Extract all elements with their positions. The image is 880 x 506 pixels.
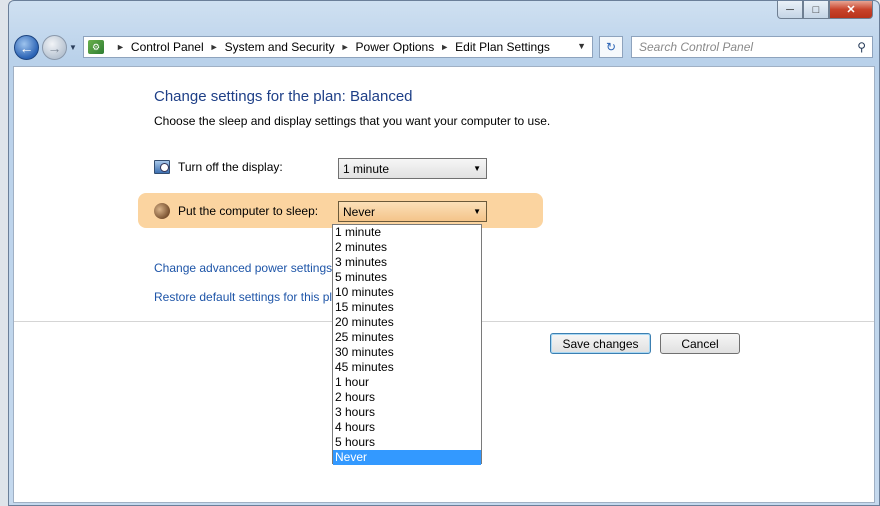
list-item[interactable]: 1 minute <box>333 225 481 240</box>
maximize-button[interactable]: □ <box>803 1 829 19</box>
breadcrumb: ► Control Panel ► System and Security ► … <box>110 40 550 54</box>
back-arrow-icon[interactable]: ← <box>14 35 39 60</box>
sleep-options-list[interactable]: 1 minute 2 minutes 3 minutes 5 minutes 1… <box>332 224 482 465</box>
list-item[interactable]: 10 minutes <box>333 285 481 300</box>
cancel-button[interactable]: Cancel <box>660 333 740 354</box>
sleep-label: Put the computer to sleep: <box>178 204 319 218</box>
list-item[interactable]: 30 minutes <box>333 345 481 360</box>
breadcrumb-separator-icon: ► <box>440 42 450 52</box>
advanced-power-settings-link[interactable]: Change advanced power settings <box>154 261 332 275</box>
chevron-down-icon: ▼ <box>473 164 481 173</box>
breadcrumb-power-options[interactable]: Power Options <box>356 40 435 54</box>
forward-arrow-icon[interactable]: → <box>42 35 67 60</box>
list-item[interactable]: 2 hours <box>333 390 481 405</box>
search-icon[interactable]: ⚲ <box>857 40 866 54</box>
recent-pages-dropdown-icon[interactable]: ▼ <box>69 43 77 52</box>
list-item[interactable]: 5 minutes <box>333 270 481 285</box>
list-item[interactable]: 4 hours <box>333 420 481 435</box>
sleep-timeout-select[interactable]: Never ▼ <box>338 201 487 222</box>
list-item[interactable]: 2 minutes <box>333 240 481 255</box>
refresh-icon[interactable]: ↻ <box>599 36 623 58</box>
list-item[interactable]: 3 hours <box>333 405 481 420</box>
save-changes-button[interactable]: Save changes <box>550 333 651 354</box>
moon-icon <box>154 203 170 219</box>
list-item-selected[interactable]: Never <box>333 450 481 465</box>
list-item[interactable]: 45 minutes <box>333 360 481 375</box>
display-label: Turn off the display: <box>178 160 283 174</box>
minimize-button[interactable]: ─ <box>777 1 803 19</box>
close-button[interactable]: ✕ <box>829 1 873 19</box>
display-timeout-value: 1 minute <box>343 161 390 176</box>
sleep-timeout-value: Never <box>343 204 376 219</box>
address-dropdown-icon[interactable]: ▼ <box>577 41 586 51</box>
control-panel-icon: ⚙ <box>88 40 104 54</box>
page-title: Change settings for the plan: Balanced <box>154 88 413 105</box>
page-subtitle: Choose the sleep and display settings th… <box>154 114 551 128</box>
navigation-bar: ← → ▼ ⚙ ► Control Panel ► System and Sec… <box>9 31 879 63</box>
display-timeout-select[interactable]: 1 minute ▼ <box>338 158 487 179</box>
breadcrumb-separator-icon: ► <box>209 42 219 52</box>
breadcrumb-separator-icon: ► <box>116 42 125 52</box>
chevron-down-icon: ▼ <box>473 207 481 216</box>
list-item[interactable]: 3 minutes <box>333 255 481 270</box>
list-item[interactable]: 5 hours <box>333 435 481 450</box>
search-placeholder: Search Control Panel <box>639 40 754 54</box>
list-item[interactable]: 25 minutes <box>333 330 481 345</box>
monitor-clock-icon <box>154 160 170 174</box>
list-item[interactable]: 20 minutes <box>333 315 481 330</box>
restore-defaults-link[interactable]: Restore default settings for this pla <box>154 290 339 304</box>
address-bar[interactable]: ⚙ ► Control Panel ► System and Security … <box>83 36 593 58</box>
list-item[interactable]: 1 hour <box>333 375 481 390</box>
search-input[interactable]: Search Control Panel ⚲ <box>631 36 873 58</box>
breadcrumb-system-security[interactable]: System and Security <box>225 40 335 54</box>
breadcrumb-control-panel[interactable]: Control Panel <box>131 40 204 54</box>
breadcrumb-edit-plan[interactable]: Edit Plan Settings <box>455 40 550 54</box>
caption-buttons: ─ □ ✕ <box>777 1 873 19</box>
display-setting-row: Turn off the display: <box>154 160 283 174</box>
breadcrumb-separator-icon: ► <box>340 42 350 52</box>
sleep-setting-row: Put the computer to sleep: <box>154 203 318 219</box>
list-item[interactable]: 15 minutes <box>333 300 481 315</box>
